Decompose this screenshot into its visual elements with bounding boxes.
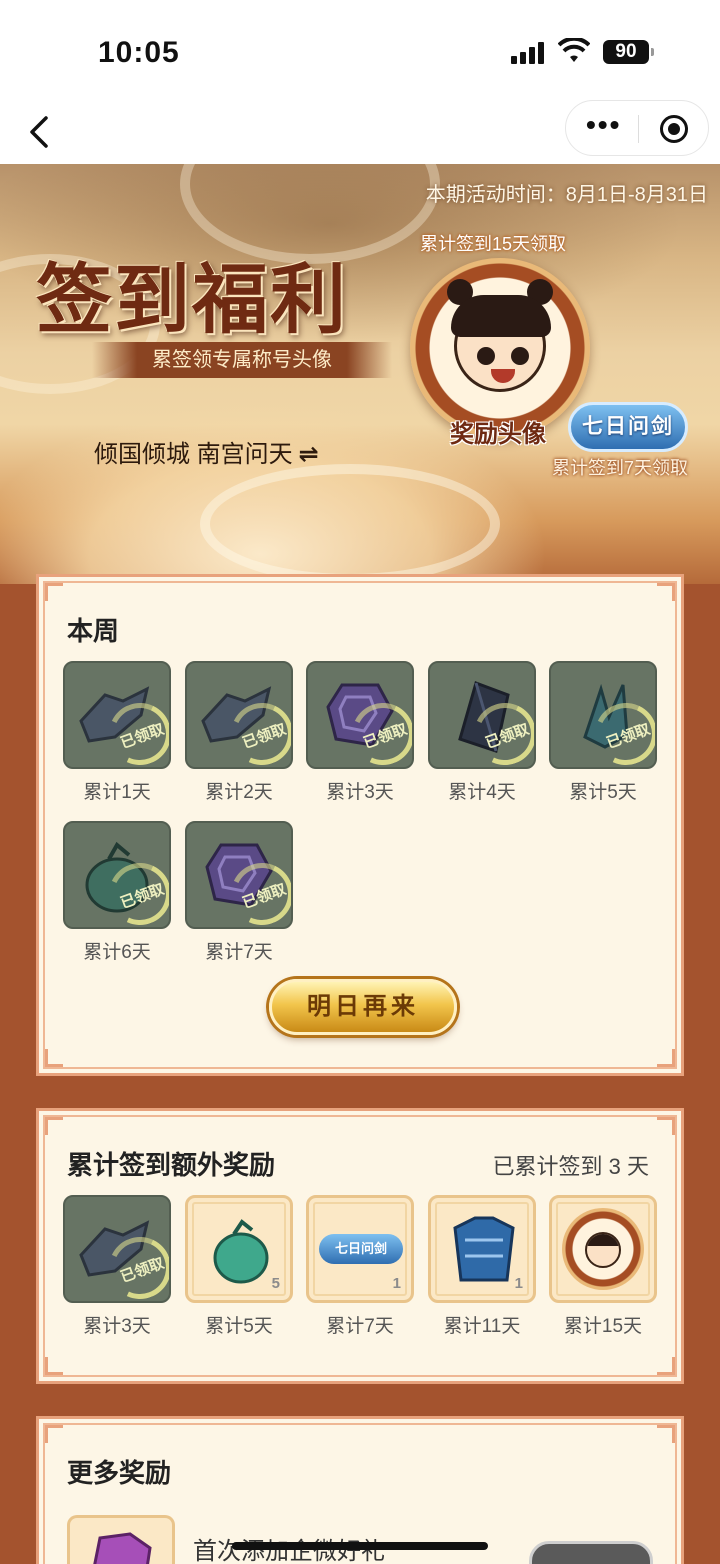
chevron-left-icon[interactable] [22,112,62,152]
avatar-frame-icon [562,1208,644,1290]
cumulative-reward-15[interactable]: 累计15天 [549,1195,657,1338]
reward-day-label: 累计7天 [326,1316,394,1337]
reward-day-label: 累计4天 [448,782,516,803]
cumulative-reward-5[interactable]: 5 累计5天 [185,1195,293,1338]
cloud-swirl-decoration [200,464,500,584]
weekly-reward-day6[interactable]: 已领取 累计6天 [63,821,171,964]
reward-avatar[interactable] [410,258,590,438]
banner-subtitle: 累签领专属称号头像 [92,342,392,378]
reward-day-label: 累计3天 [83,1316,151,1337]
weekly-panel: 本周 已领取 累计1天 已领取 累计2天 已领取 累计3天 已领取 累计4天 已… [36,574,684,1076]
weekly-reward-day1[interactable]: 已领取 累计1天 [63,661,171,804]
more-dots-icon[interactable]: ••• [586,111,620,143]
cumulative-reward-7[interactable]: 七日问剑 1 累计7天 [306,1195,414,1338]
home-indicator [232,1542,488,1550]
mini-program-capsule: ••• [565,100,709,156]
reward-day-label: 累计1天 [83,782,151,803]
herb-pouch-icon [213,1219,269,1284]
weekly-reward-day2[interactable]: 已领取 累计2天 [185,661,293,804]
activity-period: 本期活动时间：8月1日-8月31日 [425,184,708,206]
signin-banner: 本期活动时间：8月1日-8月31日 签到福利 累签领专属称号头像 倾国倾城 南宫… [0,164,720,584]
reward-day-label: 累计6天 [83,942,151,963]
cumulative-reward-3[interactable]: 已领取 累计3天 [63,1195,171,1338]
avatar-caption: 奖励头像 [450,421,546,448]
reward-day-label: 累计3天 [326,782,394,803]
swap-icon[interactable]: ⇌ [299,441,319,468]
armor-icon [453,1216,515,1282]
title-badge-icon: 七日问剑 [319,1234,403,1264]
reward-count: 1 [514,1275,523,1292]
weekly-reward-day4[interactable]: 已领取 累计4天 [428,661,536,804]
weekly-reward-day3[interactable]: 已领取 累计3天 [306,661,414,804]
more-reward-action-button[interactable] [529,1541,653,1564]
target-icon[interactable] [660,115,688,143]
reward-day-label: 累计7天 [205,942,273,963]
cumulative-panel: 累计签到额外奖励 已累计签到 3 天 已领取 累计3天 5 累计5天 七日问剑 … [36,1108,684,1384]
reward-count: 1 [392,1275,401,1292]
more-rewards-title: 更多奖励 [67,1458,172,1488]
weekly-reward-day5[interactable]: 已领取 累计5天 [549,661,657,804]
weekly-title: 本周 [67,616,120,646]
nav-bar: ••• [0,100,720,164]
cumulative-title: 累计签到额外奖励 [67,1150,276,1180]
weekly-reward-day7[interactable]: 已领取 累计7天 [185,821,293,964]
badge-requirement: 累计签到7天领取 [552,458,689,478]
reward-day-label: 累计5天 [205,1316,273,1337]
purple-gem-icon [93,1532,152,1564]
cumulative-progress: 已累计签到 3 天 [492,1154,649,1179]
come-back-tomorrow-button[interactable]: 明日再来 [269,979,457,1035]
avatar-character-icon [447,279,553,392]
status-bar: 10:05 90 [0,0,720,100]
banner-title: 签到福利 [36,255,348,344]
cumulative-reward-11[interactable]: 1 累计11天 [428,1195,536,1338]
reward-day-label: 累计15天 [563,1316,643,1337]
battery-icon: 90 [603,40,654,64]
reward-count: 5 [271,1275,280,1292]
user-title-selector[interactable]: 倾国倾城 南宫问天 ⇌ [94,434,319,469]
user-title-text: 倾国倾城 南宫问天 [94,441,293,468]
reward-day-label: 累计2天 [205,782,273,803]
reward-day-label: 累计5天 [569,782,637,803]
clock: 10:05 [98,36,180,69]
avatar-requirement: 累计签到15天领取 [420,234,567,254]
signal-icon [511,42,547,64]
more-reward-thumbnail[interactable] [67,1515,175,1564]
wifi-icon [558,38,590,62]
reward-day-label: 累计11天 [443,1316,521,1337]
capsule-divider [638,115,639,143]
title-badge[interactable]: 七日问剑 [568,402,688,452]
